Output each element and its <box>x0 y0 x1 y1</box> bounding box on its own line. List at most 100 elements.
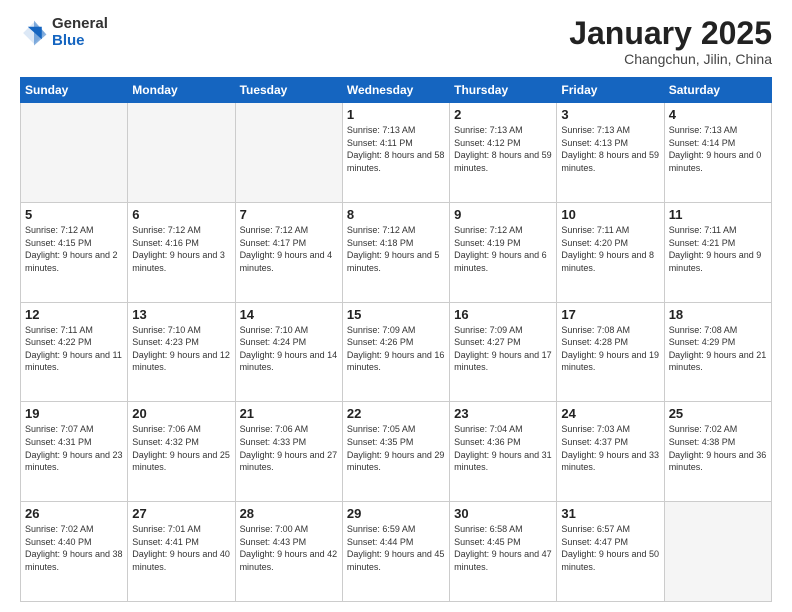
day-info: Sunrise: 7:11 AMSunset: 4:20 PMDaylight:… <box>561 224 659 274</box>
calendar-cell: 13 Sunrise: 7:10 AMSunset: 4:23 PMDayligh… <box>128 302 235 402</box>
day-number: 8 <box>347 207 445 222</box>
calendar-cell: 26 Sunrise: 7:02 AMSunset: 4:40 PMDayligh… <box>21 502 128 602</box>
week-row-4: 19 Sunrise: 7:07 AMSunset: 4:31 PMDayligh… <box>21 402 772 502</box>
day-info: Sunrise: 7:02 AMSunset: 4:38 PMDaylight:… <box>669 423 767 473</box>
title-block: January 2025 Changchun, Jilin, China <box>569 16 772 67</box>
day-number: 29 <box>347 506 445 521</box>
calendar-cell: 23 Sunrise: 7:04 AMSunset: 4:36 PMDayligh… <box>450 402 557 502</box>
calendar-cell: 7Sunrise: 7:12 AMSunset: 4:17 PMDaylight… <box>235 202 342 302</box>
day-number: 31 <box>561 506 659 521</box>
week-row-1: 1 Sunrise: 7:13 AMSunset: 4:11 PMDaylight… <box>21 103 772 203</box>
calendar-cell: 2 Sunrise: 7:13 AMSunset: 4:12 PMDaylight… <box>450 103 557 203</box>
calendar-table: SundayMondayTuesdayWednesdayThursdayFrid… <box>20 77 772 602</box>
day-info: Sunrise: 7:11 AMSunset: 4:21 PMDaylight:… <box>669 224 767 274</box>
calendar-cell: 5Sunrise: 7:12 AMSunset: 4:15 PMDaylight… <box>21 202 128 302</box>
day-number: 5 <box>25 207 123 222</box>
calendar-header-thursday: Thursday <box>450 78 557 103</box>
logo-general: General <box>52 16 108 33</box>
calendar-cell: 29Sunrise: 6:59 AMSunset: 4:44 PMDayligh… <box>342 502 449 602</box>
location-subtitle: Changchun, Jilin, China <box>569 51 772 67</box>
day-number: 15 <box>347 307 445 322</box>
calendar-cell: 3 Sunrise: 7:13 AMSunset: 4:13 PMDaylight… <box>557 103 664 203</box>
day-info: Sunrise: 6:57 AMSunset: 4:47 PMDaylight:… <box>561 523 659 573</box>
calendar-cell: 21Sunrise: 7:06 AMSunset: 4:33 PMDayligh… <box>235 402 342 502</box>
week-row-2: 5Sunrise: 7:12 AMSunset: 4:15 PMDaylight… <box>21 202 772 302</box>
calendar-cell: 19 Sunrise: 7:07 AMSunset: 4:31 PMDayligh… <box>21 402 128 502</box>
day-number: 23 <box>454 406 552 421</box>
day-info: Sunrise: 7:02 AMSunset: 4:40 PMDaylight:… <box>25 523 123 573</box>
day-info: Sunrise: 7:03 AMSunset: 4:37 PMDaylight:… <box>561 423 659 473</box>
logo-blue: Blue <box>52 33 108 50</box>
week-row-5: 26 Sunrise: 7:02 AMSunset: 4:40 PMDayligh… <box>21 502 772 602</box>
calendar-cell: 22Sunrise: 7:05 AMSunset: 4:35 PMDayligh… <box>342 402 449 502</box>
calendar-cell: 9 Sunrise: 7:12 AMSunset: 4:19 PMDaylight… <box>450 202 557 302</box>
calendar-cell: 27 Sunrise: 7:01 AMSunset: 4:41 PMDayligh… <box>128 502 235 602</box>
day-info: Sunrise: 7:12 AMSunset: 4:16 PMDaylight:… <box>132 224 230 274</box>
day-info: Sunrise: 7:10 AMSunset: 4:24 PMDaylight:… <box>240 324 338 374</box>
calendar-cell: 18 Sunrise: 7:08 AMSunset: 4:29 PMDayligh… <box>664 302 771 402</box>
day-info: Sunrise: 7:05 AMSunset: 4:35 PMDaylight:… <box>347 423 445 473</box>
calendar-header-sunday: Sunday <box>21 78 128 103</box>
day-info: Sunrise: 7:04 AMSunset: 4:36 PMDaylight:… <box>454 423 552 473</box>
day-number: 4 <box>669 107 767 122</box>
day-info: Sunrise: 7:13 AMSunset: 4:13 PMDaylight:… <box>561 124 659 174</box>
day-number: 3 <box>561 107 659 122</box>
day-info: Sunrise: 7:13 AMSunset: 4:11 PMDaylight:… <box>347 124 445 174</box>
day-number: 27 <box>132 506 230 521</box>
day-info: Sunrise: 7:12 AMSunset: 4:18 PMDaylight:… <box>347 224 445 274</box>
calendar-cell: 10 Sunrise: 7:11 AMSunset: 4:20 PMDayligh… <box>557 202 664 302</box>
day-number: 20 <box>132 406 230 421</box>
calendar-cell: 28Sunrise: 7:00 AMSunset: 4:43 PMDayligh… <box>235 502 342 602</box>
day-info: Sunrise: 7:13 AMSunset: 4:14 PMDaylight:… <box>669 124 767 174</box>
day-number: 9 <box>454 207 552 222</box>
logo-text: General Blue <box>52 16 108 49</box>
calendar-cell: 16 Sunrise: 7:09 AMSunset: 4:27 PMDayligh… <box>450 302 557 402</box>
day-number: 19 <box>25 406 123 421</box>
day-info: Sunrise: 7:10 AMSunset: 4:23 PMDaylight:… <box>132 324 230 374</box>
calendar-cell <box>128 103 235 203</box>
calendar-cell: 6Sunrise: 7:12 AMSunset: 4:16 PMDaylight… <box>128 202 235 302</box>
day-number: 7 <box>240 207 338 222</box>
calendar-header-monday: Monday <box>128 78 235 103</box>
day-number: 24 <box>561 406 659 421</box>
day-number: 2 <box>454 107 552 122</box>
day-number: 14 <box>240 307 338 322</box>
calendar-header-friday: Friday <box>557 78 664 103</box>
calendar-cell: 14 Sunrise: 7:10 AMSunset: 4:24 PMDayligh… <box>235 302 342 402</box>
calendar-cell: 24 Sunrise: 7:03 AMSunset: 4:37 PMDayligh… <box>557 402 664 502</box>
day-info: Sunrise: 6:58 AMSunset: 4:45 PMDaylight:… <box>454 523 552 573</box>
calendar-cell <box>235 103 342 203</box>
day-info: Sunrise: 7:06 AMSunset: 4:32 PMDaylight:… <box>132 423 230 473</box>
day-number: 11 <box>669 207 767 222</box>
calendar-cell: 30Sunrise: 6:58 AMSunset: 4:45 PMDayligh… <box>450 502 557 602</box>
day-number: 21 <box>240 406 338 421</box>
calendar-cell: 1 Sunrise: 7:13 AMSunset: 4:11 PMDaylight… <box>342 103 449 203</box>
day-number: 1 <box>347 107 445 122</box>
calendar-header-saturday: Saturday <box>664 78 771 103</box>
week-row-3: 12 Sunrise: 7:11 AMSunset: 4:22 PMDayligh… <box>21 302 772 402</box>
header: General Blue January 2025 Changchun, Jil… <box>20 16 772 67</box>
day-number: 18 <box>669 307 767 322</box>
day-info: Sunrise: 7:07 AMSunset: 4:31 PMDaylight:… <box>25 423 123 473</box>
calendar-header-tuesday: Tuesday <box>235 78 342 103</box>
day-info: Sunrise: 7:08 AMSunset: 4:28 PMDaylight:… <box>561 324 659 374</box>
calendar-cell: 25Sunrise: 7:02 AMSunset: 4:38 PMDayligh… <box>664 402 771 502</box>
day-number: 26 <box>25 506 123 521</box>
day-info: Sunrise: 7:09 AMSunset: 4:27 PMDaylight:… <box>454 324 552 374</box>
day-info: Sunrise: 7:13 AMSunset: 4:12 PMDaylight:… <box>454 124 552 174</box>
calendar-cell: 8 Sunrise: 7:12 AMSunset: 4:18 PMDaylight… <box>342 202 449 302</box>
logo: General Blue <box>20 16 108 49</box>
calendar-cell: 17Sunrise: 7:08 AMSunset: 4:28 PMDayligh… <box>557 302 664 402</box>
day-number: 28 <box>240 506 338 521</box>
day-info: Sunrise: 7:12 AMSunset: 4:19 PMDaylight:… <box>454 224 552 274</box>
calendar-cell: 20 Sunrise: 7:06 AMSunset: 4:32 PMDayligh… <box>128 402 235 502</box>
day-info: Sunrise: 7:11 AMSunset: 4:22 PMDaylight:… <box>25 324 123 374</box>
calendar-cell: 31 Sunrise: 6:57 AMSunset: 4:47 PMDayligh… <box>557 502 664 602</box>
day-number: 10 <box>561 207 659 222</box>
day-info: Sunrise: 7:01 AMSunset: 4:41 PMDaylight:… <box>132 523 230 573</box>
day-number: 13 <box>132 307 230 322</box>
calendar-header-wednesday: Wednesday <box>342 78 449 103</box>
day-number: 16 <box>454 307 552 322</box>
day-info: Sunrise: 7:08 AMSunset: 4:29 PMDaylight:… <box>669 324 767 374</box>
day-number: 12 <box>25 307 123 322</box>
